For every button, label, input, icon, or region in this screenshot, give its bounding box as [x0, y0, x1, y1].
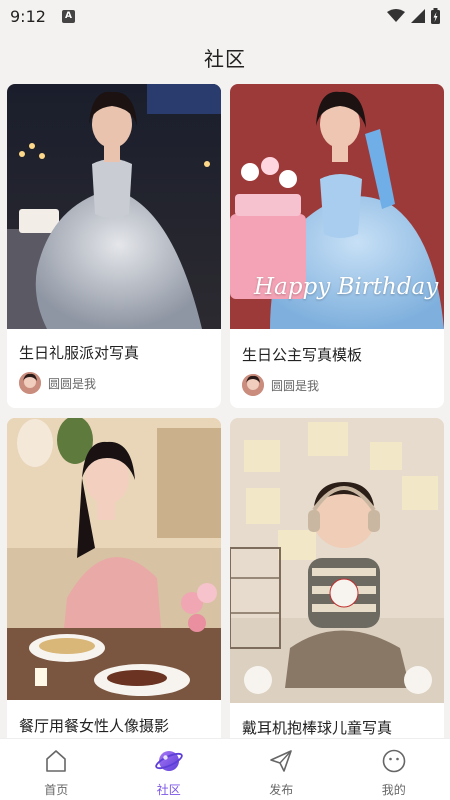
author-name: 圆圆是我: [271, 378, 320, 393]
battery-icon: [431, 8, 440, 24]
post-photo[interactable]: Happy Birthday: [230, 84, 444, 329]
post-feed[interactable]: 生日礼服派对写真 圆圆是我 Happy Birthday 生日公主写真模板 圆圆…: [0, 84, 450, 738]
send-icon: [267, 747, 295, 775]
post-photo[interactable]: [7, 418, 221, 700]
post-title[interactable]: 生日公主写真模板: [242, 344, 362, 365]
post-photo[interactable]: [230, 418, 444, 703]
nav-item-community[interactable]: 社区: [113, 739, 226, 800]
nav-item-profile[interactable]: 我的: [338, 739, 450, 800]
photo-overlay-text: Happy Birthday: [254, 274, 439, 300]
profile-face-icon: [380, 747, 408, 775]
wifi-icon: [387, 9, 405, 22]
app-notification-icon: A: [61, 9, 75, 23]
nav-label-profile: 我的: [381, 783, 406, 797]
status-bar: 9:12 A: [0, 0, 450, 32]
bottom-nav: 首页 社区 发布 我的: [0, 738, 450, 800]
post-card[interactable]: 戴耳机抱棒球儿童写真: [230, 418, 444, 738]
nav-item-home[interactable]: 首页: [0, 739, 113, 800]
community-planet-icon: [155, 747, 183, 775]
post-photo[interactable]: [7, 84, 221, 329]
post-title[interactable]: 餐厅用餐女性人像摄影: [19, 715, 169, 736]
avatar: [242, 374, 264, 396]
nav-label-community: 社区: [156, 783, 181, 797]
post-card[interactable]: 生日礼服派对写真 圆圆是我: [7, 84, 221, 408]
header: 社区: [0, 32, 450, 82]
home-icon: [42, 747, 70, 775]
post-card[interactable]: Happy Birthday 生日公主写真模板 圆圆是我: [230, 84, 444, 408]
status-time: 9:12: [10, 6, 46, 26]
status-icons: [387, 8, 440, 24]
post-author[interactable]: 圆圆是我: [19, 372, 96, 394]
cellular-signal-icon: [411, 9, 425, 23]
nav-label-publish: 发布: [269, 783, 294, 797]
post-author[interactable]: 圆圆是我: [242, 374, 319, 396]
post-title[interactable]: 生日礼服派对写真: [19, 342, 139, 363]
nav-label-home: 首页: [44, 783, 69, 797]
avatar: [19, 372, 41, 394]
page-title: 社区: [204, 46, 246, 71]
author-name: 圆圆是我: [48, 376, 97, 391]
nav-item-publish[interactable]: 发布: [225, 739, 338, 800]
post-title[interactable]: 戴耳机抱棒球儿童写真: [242, 717, 392, 738]
post-card[interactable]: 餐厅用餐女性人像摄影: [7, 418, 221, 738]
